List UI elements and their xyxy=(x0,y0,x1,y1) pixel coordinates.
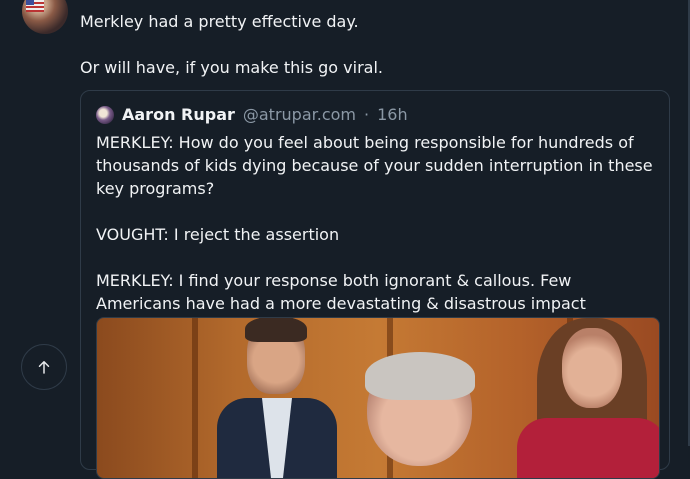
quoted-author-handle[interactable]: @atrupar.com xyxy=(243,105,356,124)
person-figure xyxy=(217,318,337,478)
quoted-post-card[interactable]: Aaron Rupar @atrupar.com · 16h MERKLEY: … xyxy=(80,90,670,479)
scroll-to-top-button[interactable] xyxy=(21,344,67,390)
person-figure xyxy=(517,318,659,478)
post-line: Merkley had a pretty effective day. xyxy=(80,12,359,31)
quoted-author-name[interactable]: Aaron Rupar xyxy=(122,105,235,124)
wall-panel xyxy=(192,318,198,478)
arrow-up-icon xyxy=(38,361,50,374)
post-line: Or will have, if you make this go viral. xyxy=(80,58,383,77)
separator-dot: · xyxy=(364,105,370,124)
post-text: Merkley had a pretty effective day. Or w… xyxy=(80,10,383,79)
quote-paragraph: VOUGHT: I reject the assertion xyxy=(96,225,340,244)
quote-paragraph: MERKLEY: How do you feel about being res… xyxy=(96,133,653,198)
quoted-post-header: Aaron Rupar @atrupar.com · 16h xyxy=(96,105,408,124)
person-figure xyxy=(347,352,497,478)
post-timestamp[interactable]: 16h xyxy=(377,105,408,124)
quoted-user-avatar[interactable] xyxy=(96,105,114,124)
quote-paragraph: MERKLEY: I find your response both ignor… xyxy=(96,271,586,313)
video-thumbnail[interactable] xyxy=(96,317,660,479)
quoted-post-text: MERKLEY: How do you feel about being res… xyxy=(96,131,658,315)
avatar[interactable] xyxy=(22,0,68,34)
flag-decoration xyxy=(26,0,44,12)
